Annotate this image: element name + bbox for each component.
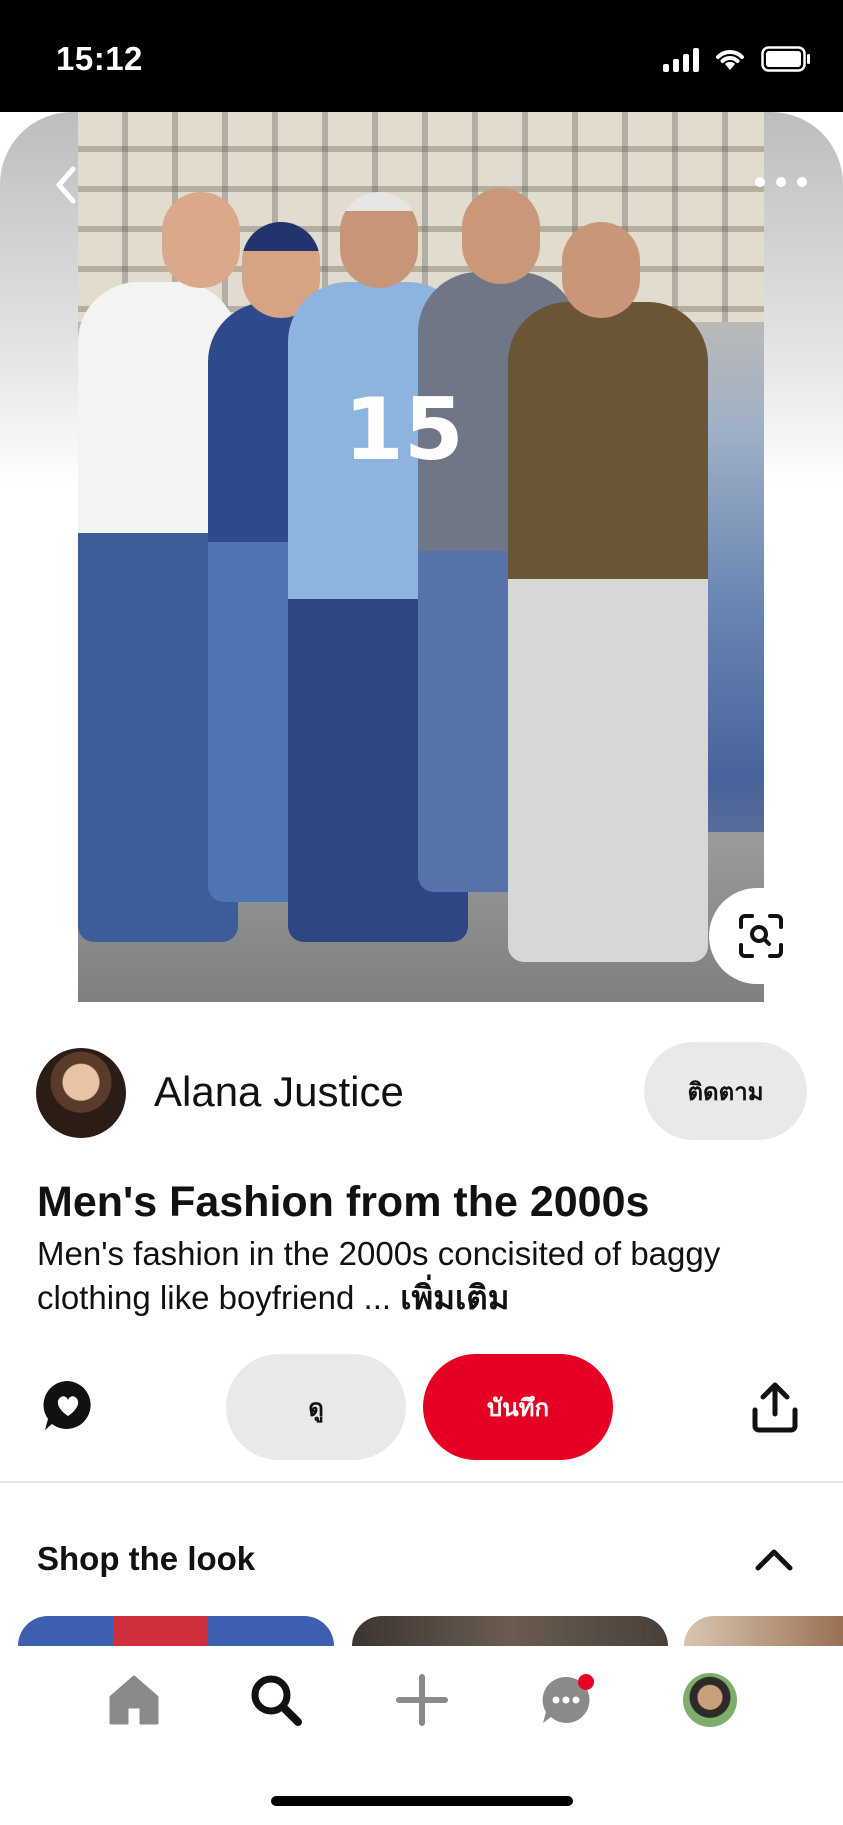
back-button[interactable] bbox=[46, 160, 86, 210]
status-bar: 15:12 bbox=[0, 0, 843, 112]
shop-product-strip bbox=[0, 1616, 843, 1646]
collapse-shop-button[interactable] bbox=[752, 1542, 796, 1574]
shop-the-look-title: Shop the look bbox=[37, 1540, 256, 1577]
comment-button[interactable] bbox=[40, 1378, 96, 1434]
nav-create[interactable] bbox=[392, 1670, 452, 1730]
shop-product-card[interactable] bbox=[352, 1616, 668, 1646]
status-time: 15:12 bbox=[56, 40, 143, 77]
creator-name[interactable]: Alana Justice bbox=[154, 1068, 404, 1116]
more-dot-icon bbox=[755, 177, 765, 187]
plus-icon bbox=[396, 1674, 448, 1726]
more-dot-icon bbox=[797, 177, 807, 187]
pin-description-text: Men's fashion in the 2000s concisited of… bbox=[37, 1235, 721, 1316]
more-dot-icon bbox=[776, 177, 786, 187]
shop-product-card[interactable] bbox=[18, 1616, 334, 1646]
photo-jersey-number: 15 bbox=[344, 380, 464, 480]
visual-search-button[interactable] bbox=[709, 888, 813, 984]
pin-photo[interactable]: 15 bbox=[78, 112, 764, 1002]
home-indicator[interactable] bbox=[271, 1796, 573, 1806]
save-button[interactable]: บันทึก bbox=[423, 1354, 613, 1460]
photo-person-1-head bbox=[162, 192, 240, 288]
photo-person-5 bbox=[508, 302, 708, 962]
photo-person-3-head bbox=[340, 192, 418, 288]
chevron-left-icon bbox=[56, 166, 76, 204]
search-icon bbox=[251, 1675, 302, 1726]
lens-search-icon bbox=[739, 914, 783, 958]
section-divider bbox=[0, 1481, 843, 1483]
nav-profile[interactable] bbox=[680, 1670, 740, 1730]
photo-person-4-head bbox=[462, 188, 540, 284]
comment-heart-icon bbox=[43, 1380, 91, 1430]
chevron-up-icon bbox=[755, 1549, 793, 1571]
pin-description: Men's fashion in the 2000s concisited of… bbox=[37, 1232, 757, 1320]
creator-row: Alana Justice ติดตาม bbox=[0, 1040, 843, 1144]
more-options-button[interactable] bbox=[755, 172, 807, 192]
shop-product-card[interactable] bbox=[684, 1616, 843, 1646]
pin-image-card: 15 bbox=[0, 112, 843, 1002]
nav-search[interactable] bbox=[246, 1670, 306, 1730]
photo-person-5-head bbox=[562, 222, 640, 318]
status-icons bbox=[663, 44, 811, 72]
nav-messages[interactable] bbox=[536, 1670, 596, 1730]
profile-avatar bbox=[683, 1673, 737, 1727]
creator-avatar[interactable] bbox=[36, 1048, 126, 1138]
home-icon bbox=[109, 1675, 159, 1725]
nav-home[interactable] bbox=[104, 1670, 164, 1730]
share-button[interactable] bbox=[750, 1382, 800, 1434]
wifi-icon bbox=[716, 50, 744, 70]
battery-icon bbox=[761, 46, 810, 72]
cellular-signal-icon bbox=[663, 48, 699, 72]
read-more-link[interactable]: เพิ่มเติม bbox=[400, 1278, 509, 1317]
pin-title: Men's Fashion from the 2000s bbox=[37, 1178, 650, 1226]
notification-dot bbox=[578, 1674, 594, 1690]
pin-actions: ดู บันทึก bbox=[0, 1352, 843, 1462]
follow-button[interactable]: ติดตาม bbox=[644, 1042, 807, 1140]
share-upload-icon bbox=[752, 1382, 798, 1433]
pin-hero: 15 bbox=[0, 112, 843, 1002]
view-button[interactable]: ดู bbox=[226, 1354, 406, 1460]
